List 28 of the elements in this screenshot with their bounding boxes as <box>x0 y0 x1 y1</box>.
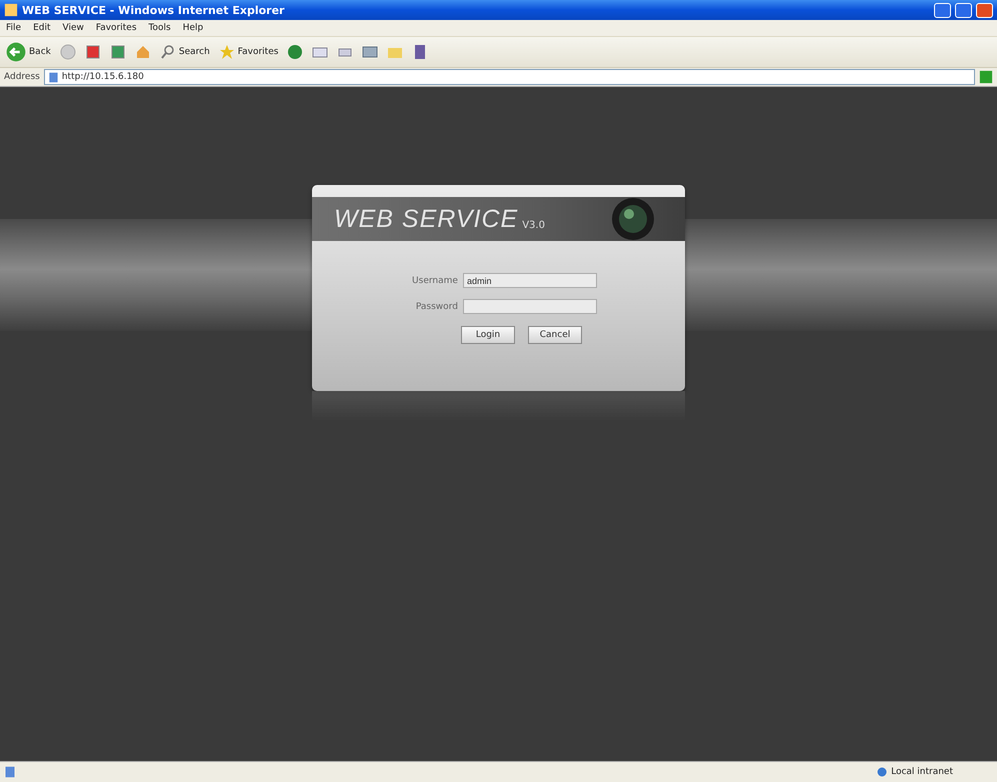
menu-item[interactable]: File <box>6 23 22 33</box>
menu-item[interactable]: Edit <box>33 23 50 33</box>
minimize-button[interactable] <box>934 2 951 18</box>
cancel-button[interactable]: Cancel <box>528 326 582 344</box>
service-title: WEB SERVICE <box>334 204 518 234</box>
maximize-button[interactable] <box>955 2 972 18</box>
password-field[interactable] <box>462 299 597 314</box>
menu-item[interactable]: Help <box>182 23 204 33</box>
username-field[interactable]: admin <box>462 273 597 288</box>
login-button[interactable]: Login <box>461 326 515 344</box>
favorites-button[interactable]: Favorites <box>218 44 278 60</box>
version-label: V3.0 <box>522 220 546 231</box>
close-button[interactable] <box>976 2 993 18</box>
menu-item[interactable]: View <box>62 23 84 33</box>
window-title: WEB SERVICE - Windows Internet Explorer <box>22 4 286 16</box>
field-label: Password <box>414 302 458 312</box>
home-icon <box>134 44 151 60</box>
magnifier-icon <box>160 44 176 60</box>
field-label: Username <box>412 276 458 286</box>
address-field[interactable]: http://10.15.6.180 <box>44 69 975 85</box>
menu-item[interactable]: Tools <box>148 23 171 33</box>
zone-label: Local intranet <box>891 767 953 777</box>
address-label: Address <box>4 72 40 82</box>
back-button[interactable]: Back <box>6 42 51 62</box>
search-button[interactable]: Search <box>160 44 210 60</box>
address-text: http://10.15.6.180 <box>62 72 144 82</box>
menu-item[interactable]: Favorites <box>96 23 137 33</box>
star-icon <box>218 44 235 60</box>
